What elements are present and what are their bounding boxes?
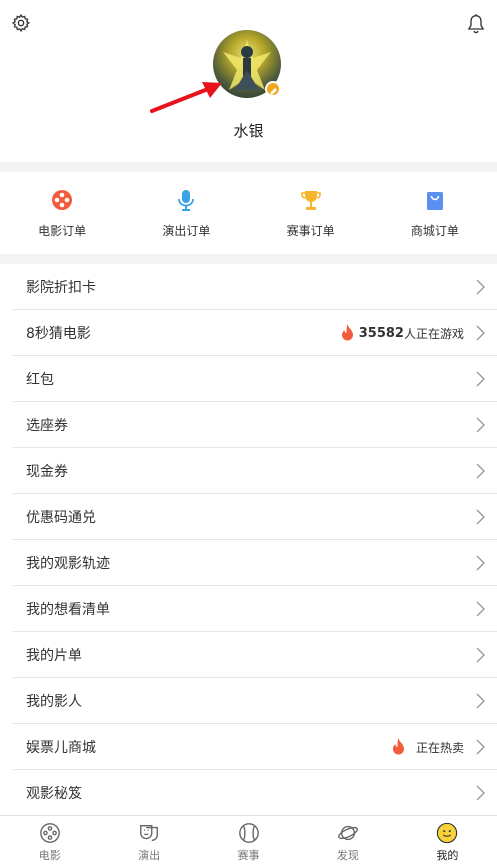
profile-header: 水银 <box>0 0 497 162</box>
tab-label: 演出 <box>138 849 161 862</box>
chevron-right-icon <box>476 279 485 295</box>
menu-item-watch-history[interactable]: 我的观影轨迹 <box>13 540 497 586</box>
chevron-right-icon <box>476 693 485 709</box>
shopping-bag-icon <box>426 192 443 210</box>
chevron-right-icon <box>476 371 485 387</box>
chevron-right-icon <box>476 647 485 663</box>
chevron-right-icon <box>476 785 485 801</box>
baseball-icon <box>238 823 259 843</box>
tab-movie[interactable]: 电影 <box>0 816 99 864</box>
planet-icon <box>337 825 358 841</box>
menu-item-my-people[interactable]: 我的影人 <box>13 678 497 724</box>
flame-icon <box>392 738 404 755</box>
players-suffix: 人正在游戏 <box>403 326 464 341</box>
match-orders-button[interactable]: 赛事订单 <box>249 172 373 254</box>
tab-label: 我的 <box>436 849 459 862</box>
menu-item-mall[interactable]: 娱票儿商城 正在热卖 <box>13 724 497 770</box>
chevron-right-icon <box>476 601 485 617</box>
menu-item-label: 影院折扣卡 <box>26 279 96 296</box>
tab-label: 电影 <box>38 849 61 862</box>
players-count: 35582 人正在游戏 <box>341 310 464 356</box>
microphone-icon <box>178 190 195 211</box>
order-label: 电影订单 <box>38 224 87 238</box>
gear-icon[interactable] <box>11 13 31 33</box>
chevron-right-icon <box>476 739 485 755</box>
menu-item-movie-lists[interactable]: 我的片单 <box>13 632 497 678</box>
menu-item-guess-movie[interactable]: 8秒猜电影 35582 人正在游戏 <box>13 310 497 356</box>
menu-item-movie-guide[interactable]: 观影秘笈 <box>13 770 497 816</box>
tab-show[interactable]: 演出 <box>99 816 198 864</box>
order-label: 赛事订单 <box>286 224 335 238</box>
chevron-right-icon <box>476 417 485 433</box>
bell-icon[interactable] <box>466 13 486 35</box>
tab-label: 发现 <box>336 849 359 862</box>
trophy-icon <box>300 191 321 210</box>
tab-mine[interactable]: 我的 <box>398 816 497 864</box>
menu-item-label: 我的片单 <box>26 647 82 664</box>
chevron-right-icon <box>476 463 485 479</box>
menu-item-label: 观影秘笈 <box>26 786 82 802</box>
flame-icon <box>341 324 353 341</box>
menu-item-label: 娱票儿商城 <box>26 739 96 756</box>
menu-item-label: 现金券 <box>26 463 68 480</box>
chevron-right-icon <box>476 509 485 525</box>
menu-item-label: 8秒猜电影 <box>26 325 91 342</box>
tab-label: 赛事 <box>237 849 260 862</box>
profile-page: 水银 电影订单 演出订单 赛事订单 商城订单 影院折扣卡 8秒猜电影 35582… <box>0 0 497 864</box>
menu-item-promo-code[interactable]: 优惠码通兑 <box>13 494 497 540</box>
menu-item-label: 我的观影轨迹 <box>26 555 110 572</box>
edit-avatar-badge[interactable] <box>265 81 281 97</box>
players-number: 35582 <box>358 325 404 341</box>
menu-item-red-packet[interactable]: 红包 <box>13 356 497 402</box>
menu-list: 影院折扣卡 8秒猜电影 35582 人正在游戏 红包 选座券 现金券 优惠码通兑 <box>0 264 497 816</box>
theater-mask-icon <box>140 824 159 842</box>
tab-match[interactable]: 赛事 <box>199 816 298 864</box>
red-arrow-annotation <box>150 82 222 113</box>
mall-orders-button[interactable]: 商城订单 <box>373 172 497 254</box>
menu-item-label: 优惠码通兑 <box>26 509 96 526</box>
chevron-right-icon <box>476 555 485 571</box>
order-label: 商城订单 <box>410 224 459 238</box>
order-label: 演出订单 <box>162 224 211 238</box>
hot-sale-tag: 正在热卖 <box>392 724 464 770</box>
bottom-tab-bar: 电影 演出 赛事 发现 我的 <box>0 815 497 864</box>
menu-item-seat-voucher[interactable]: 选座券 <box>13 402 497 448</box>
chevron-right-icon <box>476 325 485 341</box>
menu-item-label: 我的想看清单 <box>26 601 110 618</box>
menu-item-cinema-discount-card[interactable]: 影院折扣卡 <box>13 264 497 310</box>
tab-discover[interactable]: 发现 <box>298 816 397 864</box>
menu-item-cash-voucher[interactable]: 现金券 <box>13 448 497 494</box>
menu-item-label: 选座券 <box>26 417 68 434</box>
username: 水银 <box>233 122 264 140</box>
menu-item-label: 我的影人 <box>26 693 82 710</box>
film-reel-icon <box>52 190 73 210</box>
orders-row: 电影订单 演出订单 赛事订单 商城订单 <box>0 172 497 254</box>
hot-sale-text: 正在热卖 <box>415 740 464 755</box>
film-icon <box>39 823 60 843</box>
movie-orders-button[interactable]: 电影订单 <box>0 172 124 254</box>
smiley-face-icon <box>437 822 458 844</box>
menu-item-label: 红包 <box>26 371 54 388</box>
menu-item-wishlist[interactable]: 我的想看清单 <box>13 586 497 632</box>
show-orders-button[interactable]: 演出订单 <box>124 172 248 254</box>
